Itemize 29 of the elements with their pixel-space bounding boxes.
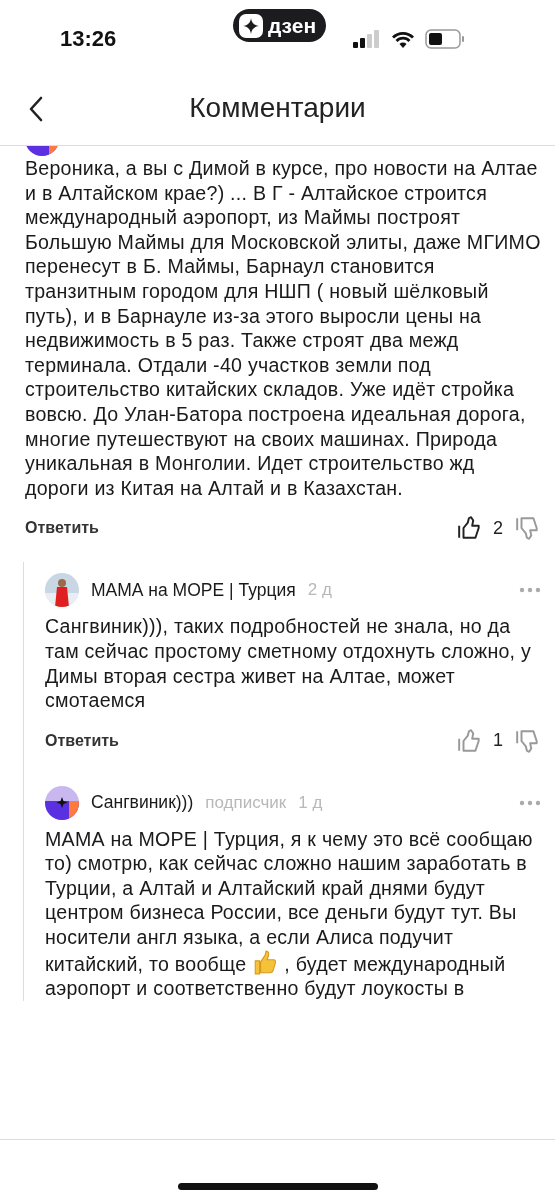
thumbs-up-icon	[457, 515, 483, 542]
thumbs-up-icon	[252, 949, 279, 976]
dislike-button[interactable]	[515, 727, 541, 754]
avatar-icon	[45, 785, 79, 820]
signal-icon	[353, 30, 381, 48]
like-count: 1	[493, 730, 503, 752]
comment-text: Сангвиник))), таких подробностей не знала, но да там сейчас простому сметному отдохнуть сложно, у Димы вторая сестра живет на Алтае, может смотаемся	[45, 614, 533, 713]
thumbs-up-icon	[457, 727, 483, 754]
like-button[interactable]	[457, 515, 483, 542]
comment-time: 2 д	[307, 580, 332, 601]
battery-icon	[425, 29, 465, 49]
app-badge: дзен	[233, 9, 327, 42]
wifi-icon	[391, 30, 415, 48]
thumbs-down-icon	[515, 515, 541, 542]
status-time: 13:26	[60, 26, 117, 52]
comment-text: Вероника, а вы с Димой в курсе, про новости на Алтае и в Алтайском крае?) ... В Г - Алтайское строится международный аэропорт, из Маймы построят Большую Маймы для Московской элиты, даже МГИМО перенесут в Б. Маймы, Барнаул становится транзитным городом для НШП ( новый шёлковый путь), и в Барнауле из-за этого выросли цены на недвижимость в 5 раз. Также строят два межд терминала. Отдали -40 участков земли под строительство китайских складов. Уже идёт стройка вовсю. До Улан-Батора построена идеальная дорога, многие путешествуют на своих машинах. Природа уникальная в Монголии. Идет строительство жд дороги из Китая на Алтай и в Казахстан.	[25, 156, 541, 501]
comment-time: 1 д	[298, 792, 323, 813]
comment-text: МАМА на МОРЕ | Турция, я к чему это всё сообщаю то) смотрю, как сейчас сложно нашим заработать в Турции, а Алтай и Алтайский край днями будут центром бизнеса России, все деньги будут тут. Вы носители англ языка, а если Алиса подучит китайский, то вообще , будет международный аэропорт и соответственно будут лоукосты в	[45, 826, 534, 1001]
thumbs-down-icon	[515, 727, 541, 754]
reply-button[interactable]: Ответить	[45, 731, 119, 750]
reply-button[interactable]: Ответить	[25, 519, 99, 538]
more-icon[interactable]	[519, 799, 541, 806]
dislike-button[interactable]	[515, 515, 541, 542]
more-icon[interactable]	[519, 587, 541, 594]
author-name[interactable]: Сангвиник)))	[91, 792, 194, 814]
like-count: 2	[493, 517, 503, 539]
page-title: Комментарии	[189, 91, 366, 124]
subscriber-label: подписчик	[205, 792, 287, 813]
author-name[interactable]: МАМА на МОРЕ | Турция	[91, 579, 296, 601]
